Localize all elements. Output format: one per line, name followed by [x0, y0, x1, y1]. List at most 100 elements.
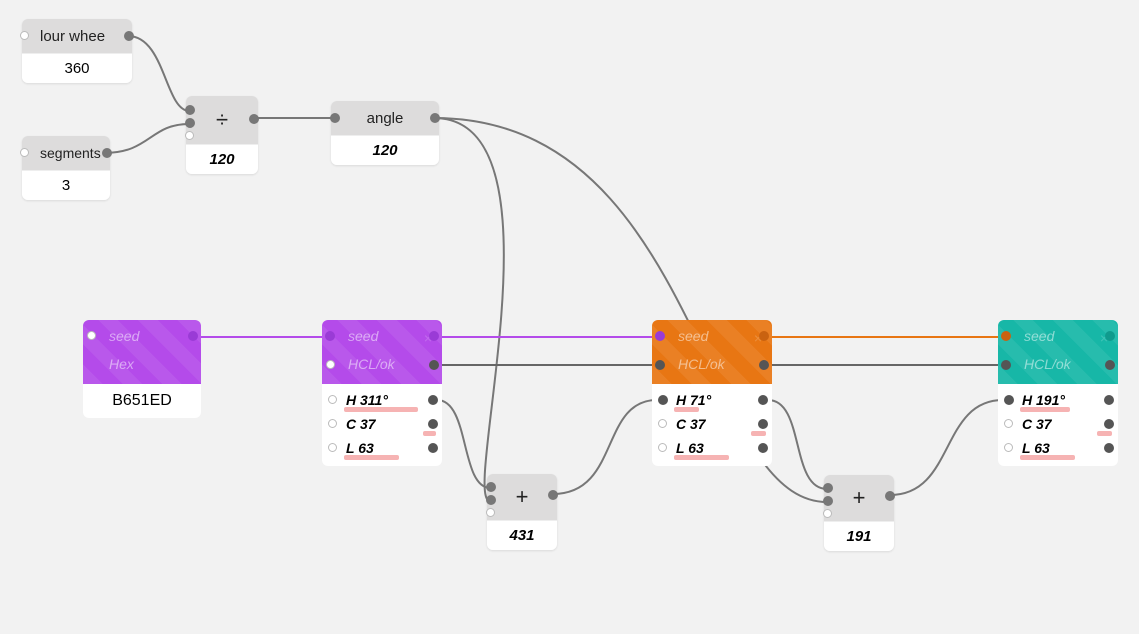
operator-plus: +: [516, 484, 529, 510]
node-value[interactable]: 360: [22, 53, 132, 83]
port-in-c[interactable]: [823, 509, 832, 518]
port-in[interactable]: [330, 113, 340, 123]
port-in[interactable]: [20, 148, 29, 157]
port-in-a[interactable]: [185, 105, 195, 115]
node-seed-hcl-1[interactable]: seed HCL/ok × H 311° C 37 L 63: [322, 320, 442, 466]
port-h-out[interactable]: [758, 395, 768, 405]
port-out-top[interactable]: [1105, 331, 1115, 341]
port-in-c[interactable]: [486, 508, 495, 517]
head-label-1: seed: [109, 328, 139, 344]
node-segments[interactable]: segments 3: [22, 136, 110, 200]
port-c-in[interactable]: [658, 419, 667, 428]
node-value: 120: [186, 144, 258, 174]
port-c-out[interactable]: [758, 419, 768, 429]
port-l-out[interactable]: [758, 443, 768, 453]
port-h-in[interactable]: [1004, 395, 1014, 405]
hcl-row-l[interactable]: L 63: [322, 436, 442, 460]
port-l-out[interactable]: [428, 443, 438, 453]
node-divide[interactable]: ÷ 120: [186, 96, 258, 174]
head-label-1: seed: [1024, 328, 1054, 344]
port-out[interactable]: [249, 114, 259, 124]
node-value[interactable]: 3: [22, 170, 110, 200]
port-c-out[interactable]: [1104, 419, 1114, 429]
port-out-top[interactable]: [759, 331, 769, 341]
hcl-c: C 37: [676, 416, 706, 432]
port-h-in[interactable]: [328, 395, 337, 404]
node-value: 191: [824, 521, 894, 551]
port-l-out[interactable]: [1104, 443, 1114, 453]
port-in-data[interactable]: [1001, 360, 1011, 370]
hcl-c: C 37: [1022, 416, 1052, 432]
hcl-l: L 63: [676, 440, 704, 456]
operator-plus: +: [853, 485, 866, 511]
node-label: lour whee: [40, 28, 105, 45]
port-h-in[interactable]: [658, 395, 668, 405]
node-label: angle: [367, 110, 404, 127]
port-l-in[interactable]: [1004, 443, 1013, 452]
node-value: 431: [487, 520, 557, 550]
node-seed-hcl-3[interactable]: seed HCL/ok × H 191° C 37 L 63: [998, 320, 1118, 466]
hcl-body: H 191° C 37 L 63: [998, 384, 1118, 466]
port-out-data[interactable]: [429, 360, 439, 370]
port-c-out[interactable]: [428, 419, 438, 429]
port-out-data[interactable]: [1105, 360, 1115, 370]
node-seed-hcl-2[interactable]: seed HCL/ok × H 71° C 37 L 63: [652, 320, 772, 466]
hcl-h: H 71°: [676, 392, 711, 408]
head-label-2: HCL/ok: [348, 356, 395, 372]
port-in-data[interactable]: [326, 360, 335, 369]
hcl-l: L 63: [1022, 440, 1050, 456]
node-add-1[interactable]: + 431: [487, 474, 557, 550]
port-h-out[interactable]: [1104, 395, 1114, 405]
hcl-row-h[interactable]: H 191°: [998, 388, 1118, 412]
hcl-c: C 37: [346, 416, 376, 432]
port-in-top[interactable]: [655, 331, 665, 341]
hcl-row-l[interactable]: L 63: [652, 436, 772, 460]
port-in[interactable]: [20, 31, 29, 40]
hcl-l: L 63: [346, 440, 374, 456]
hcl-row-h[interactable]: H 71°: [652, 388, 772, 412]
port-in-b[interactable]: [823, 496, 833, 506]
node-seed-hex[interactable]: seed Hex B651ED: [83, 320, 201, 418]
node-label: segments: [40, 145, 101, 161]
port-out-top[interactable]: [429, 331, 439, 341]
hcl-row-c[interactable]: C 37: [998, 412, 1118, 436]
hcl-body: H 71° C 37 L 63: [652, 384, 772, 466]
hcl-h: H 191°: [1022, 392, 1065, 408]
port-in-a[interactable]: [823, 483, 833, 493]
port-in-c[interactable]: [185, 131, 194, 140]
port-in-b[interactable]: [486, 495, 496, 505]
head-label-1: seed: [678, 328, 708, 344]
port-in-data[interactable]: [655, 360, 665, 370]
hcl-row-h[interactable]: H 311°: [322, 388, 442, 412]
port-out[interactable]: [430, 113, 440, 123]
hcl-body: H 311° C 37 L 63: [322, 384, 442, 466]
port-in-top[interactable]: [325, 331, 335, 341]
node-angle[interactable]: angle 120: [331, 101, 439, 165]
node-header: ÷: [186, 96, 258, 144]
port-in-top[interactable]: [1001, 331, 1011, 341]
port-in-a[interactable]: [486, 482, 496, 492]
node-colour-wheel[interactable]: lour whee 360: [22, 19, 132, 83]
port-out-top[interactable]: [188, 331, 198, 341]
port-l-in[interactable]: [328, 443, 337, 452]
color-header: seed HCL/ok ×: [998, 320, 1118, 384]
hcl-row-l[interactable]: L 63: [998, 436, 1118, 460]
port-l-in[interactable]: [658, 443, 667, 452]
node-value: 120: [331, 135, 439, 165]
port-c-in[interactable]: [328, 419, 337, 428]
port-out[interactable]: [124, 31, 134, 41]
port-out-data[interactable]: [759, 360, 769, 370]
port-c-in[interactable]: [1004, 419, 1013, 428]
hex-value[interactable]: B651ED: [83, 384, 201, 418]
node-add-2[interactable]: + 191: [824, 475, 894, 551]
port-out[interactable]: [548, 490, 558, 500]
port-out[interactable]: [102, 148, 112, 158]
hcl-h: H 311°: [346, 392, 388, 408]
bar-l: [674, 455, 729, 460]
port-in-b[interactable]: [185, 118, 195, 128]
port-h-out[interactable]: [428, 395, 438, 405]
port-out[interactable]: [885, 491, 895, 501]
hcl-row-c[interactable]: C 37: [652, 412, 772, 436]
port-in-top[interactable]: [87, 331, 96, 340]
hcl-row-c[interactable]: C 37: [322, 412, 442, 436]
